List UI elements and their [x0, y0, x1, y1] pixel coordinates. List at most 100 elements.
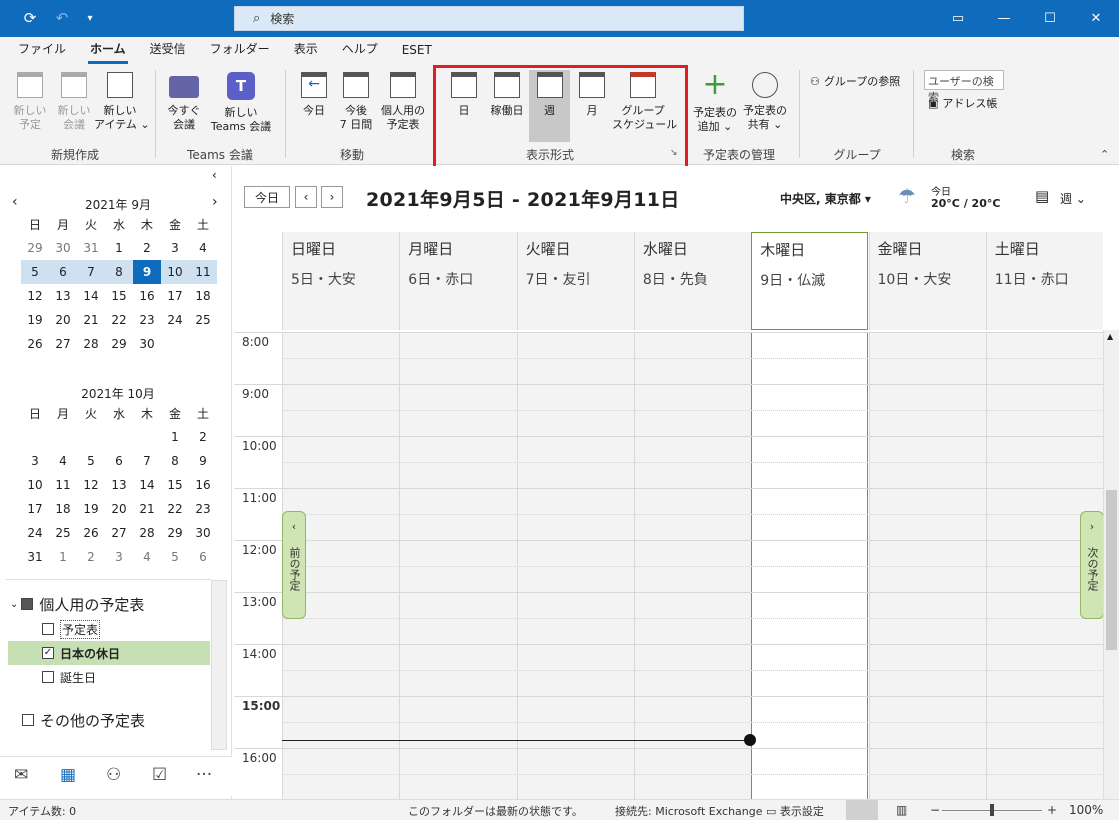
minical-day[interactable]: 22	[161, 497, 189, 521]
minical-day[interactable]: 24	[21, 521, 49, 545]
browse-groups-button[interactable]: ⚇ グループの参照	[810, 73, 900, 89]
folder-group-personal[interactable]: ⌄ 個人用の予定表	[10, 592, 144, 616]
day-header[interactable]: 土曜日 11日・赤口	[985, 232, 1104, 330]
minical-day[interactable]: 27	[105, 521, 133, 545]
minical-day[interactable]: 23	[133, 308, 161, 332]
minical-day[interactable]: 29	[21, 236, 49, 260]
minical-day[interactable]: 3	[21, 449, 49, 473]
minical-day[interactable]: 19	[21, 308, 49, 332]
minical-day[interactable]: 12	[21, 284, 49, 308]
minical-day[interactable]: 3	[161, 236, 189, 260]
menu-help[interactable]: ヘルプ	[330, 40, 390, 64]
minical-day[interactable]: 29	[161, 521, 189, 545]
minical-day[interactable]: 8	[161, 449, 189, 473]
holidays-checkbox[interactable]: ✓	[42, 647, 54, 659]
tasks-icon[interactable]: ☑	[152, 765, 167, 785]
address-book-button[interactable]: ▣ アドレス帳	[928, 95, 997, 111]
minical-day[interactable]: 4	[49, 449, 77, 473]
minical-day[interactable]: 26	[21, 332, 49, 356]
calendar-icon[interactable]: ▦	[60, 765, 76, 785]
menu-send-receive[interactable]: 送受信	[138, 40, 198, 64]
minical-day[interactable]: 8	[105, 260, 133, 284]
minical-day[interactable]: 13	[105, 473, 133, 497]
day-header[interactable]: 金曜日 10日・大安	[868, 232, 986, 330]
birthdays-checkbox[interactable]	[42, 671, 54, 683]
day-header[interactable]: 水曜日 8日・先負	[633, 232, 752, 330]
menu-folder[interactable]: フォルダー	[198, 40, 282, 64]
minical-day[interactable]: 25	[49, 521, 77, 545]
new-teams-meeting-button[interactable]: T 新しい Teams 会議	[206, 72, 276, 134]
today-nav-button[interactable]: 今日	[244, 186, 290, 208]
minical-day[interactable]: 10	[161, 260, 189, 284]
new-appointment-button[interactable]: 新しい 予定	[8, 72, 52, 132]
minical-day[interactable]: 9	[133, 260, 161, 284]
share-calendar-button[interactable]: 予定表の 共有 ⌄	[740, 72, 790, 132]
minical-day[interactable]: 3	[105, 545, 133, 569]
minical-day[interactable]: 17	[161, 284, 189, 308]
scroll-up-icon[interactable]: ▲	[1107, 332, 1113, 341]
menu-view[interactable]: 表示	[282, 40, 330, 64]
minical-day[interactable]: 25	[189, 308, 217, 332]
minical-day[interactable]: 20	[105, 497, 133, 521]
folder-scrollbar[interactable]	[211, 580, 227, 750]
minical-day[interactable]: 31	[77, 236, 105, 260]
minical-day[interactable]: 7	[133, 449, 161, 473]
calendar-checkbox[interactable]	[42, 623, 54, 635]
view-selector[interactable]: 週 ⌄	[1060, 190, 1086, 207]
next-week-button[interactable]: ›	[321, 186, 343, 208]
day-header[interactable]: 日曜日 5日・大安	[282, 232, 400, 330]
minical-day[interactable]: 14	[133, 473, 161, 497]
calendar-scrollbar[interactable]: ▲	[1103, 330, 1119, 799]
minical-day[interactable]: 5	[21, 260, 49, 284]
minical-day[interactable]: 4	[133, 545, 161, 569]
minical-day[interactable]: 22	[105, 308, 133, 332]
location-selector[interactable]: 中央区, 東京都 ▾	[780, 190, 871, 207]
minical-day[interactable]: 30	[133, 332, 161, 356]
day-header[interactable]: 木曜日 9日・仏滅	[751, 232, 869, 330]
mail-icon[interactable]: ✉	[14, 765, 28, 785]
ribbon-display-icon[interactable]: ▭	[935, 0, 981, 37]
minical-day[interactable]: 14	[77, 284, 105, 308]
folder-item-birthdays[interactable]: 誕生日	[42, 665, 96, 689]
group-checkbox[interactable]	[21, 598, 34, 610]
zoom-in-icon[interactable]: +	[1047, 803, 1057, 817]
more-icon[interactable]: ···	[196, 765, 212, 785]
menu-file[interactable]: ファイル	[6, 40, 78, 64]
add-calendar-button[interactable]: + 予定表の 追加 ⌄	[690, 70, 740, 134]
minical-day[interactable]: 2	[77, 545, 105, 569]
minical-day[interactable]: 1	[161, 425, 189, 449]
folder-item-holidays[interactable]: ✓ 日本の休日	[8, 641, 210, 665]
minical-day[interactable]: 18	[49, 497, 77, 521]
minical-day[interactable]: 24	[161, 308, 189, 332]
people-icon[interactable]: ⚇	[106, 765, 121, 785]
minical-day[interactable]: 26	[77, 521, 105, 545]
menu-home[interactable]: ホーム	[78, 40, 138, 64]
minical-day[interactable]: 19	[77, 497, 105, 521]
search-box[interactable]: ⌕ 検索	[234, 6, 744, 31]
next-appointment-tab[interactable]: › 次の予定	[1080, 511, 1104, 619]
new-meeting-button[interactable]: 新しい 会議	[54, 72, 94, 132]
maximize-icon[interactable]: ☐	[1027, 0, 1073, 37]
minical-day[interactable]: 29	[105, 332, 133, 356]
day-header[interactable]: 火曜日 7日・友引	[516, 232, 634, 330]
minical-day[interactable]: 4	[189, 236, 217, 260]
minical-day[interactable]: 21	[133, 497, 161, 521]
folder-item-calendar[interactable]: 予定表	[42, 617, 101, 641]
minical-day[interactable]: 6	[105, 449, 133, 473]
folder-group-other[interactable]: その他の予定表	[22, 708, 145, 732]
prev-week-button[interactable]: ‹	[295, 186, 317, 208]
collapse-pane-icon[interactable]: ‹	[212, 168, 217, 182]
search-input[interactable]: 検索	[270, 10, 294, 27]
minical-day[interactable]: 11	[189, 260, 217, 284]
minical-day[interactable]: 12	[77, 473, 105, 497]
new-items-button[interactable]: 新しい アイテム ⌄	[94, 72, 150, 132]
minical-day[interactable]: 6	[189, 545, 217, 569]
display-settings-button[interactable]: ▭ 表示設定	[766, 803, 824, 819]
minical-day[interactable]: 28	[133, 521, 161, 545]
minical-day[interactable]: 18	[189, 284, 217, 308]
minical-day[interactable]: 11	[49, 473, 77, 497]
prev-appointment-tab[interactable]: ‹ 前の予定	[282, 511, 306, 619]
minical-day[interactable]: 23	[189, 497, 217, 521]
minimize-icon[interactable]: —	[981, 0, 1027, 37]
undo-icon[interactable]: ↶	[50, 8, 74, 28]
